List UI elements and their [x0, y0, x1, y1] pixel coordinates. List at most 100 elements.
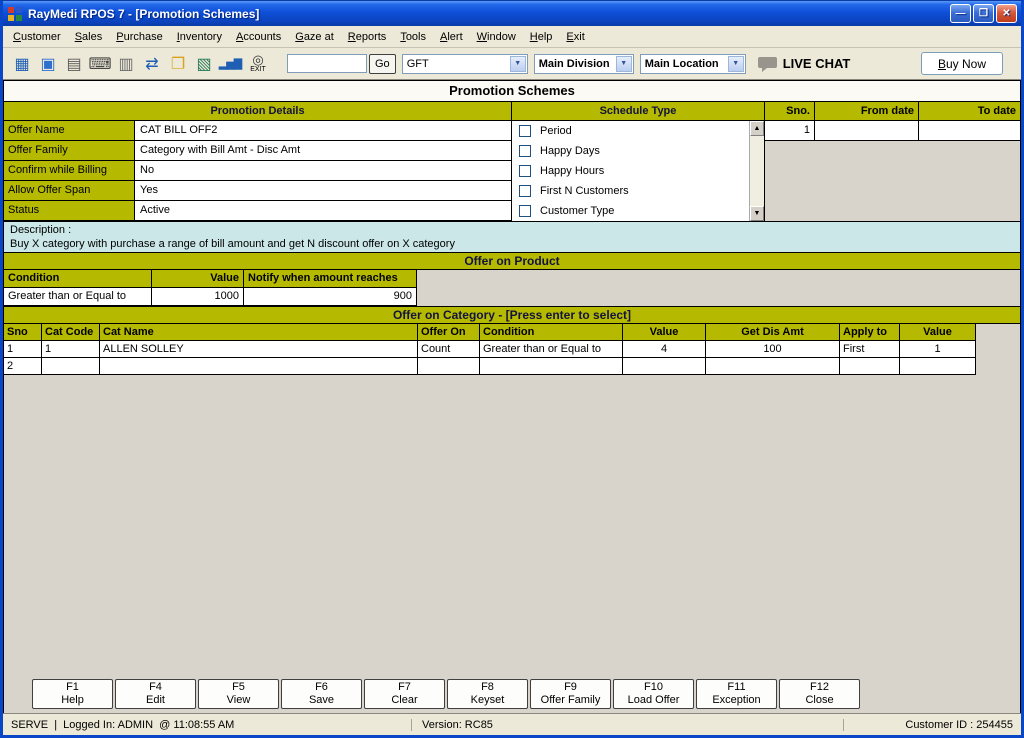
location-select[interactable]: Main Location ▼: [639, 53, 746, 74]
scroll-down-icon[interactable]: ▼: [750, 206, 764, 221]
cat-name-cell[interactable]: ALLEN SOLLEY: [100, 341, 418, 358]
restore-button-icon[interactable]: ❐: [973, 4, 994, 23]
go-button[interactable]: Go: [369, 53, 396, 74]
confirm-while-billing-label: Confirm while Billing: [4, 161, 135, 181]
to-date-column-fill: [919, 141, 1020, 221]
folder-icon[interactable]: ❐: [165, 50, 191, 78]
cat-condition-cell[interactable]: Greater than or Equal to: [480, 341, 623, 358]
status-bar: SERVE | Logged In: ADMIN @ 11:08:55 AM V…: [3, 713, 1021, 735]
exception-button[interactable]: F11 Exception: [696, 679, 777, 709]
cat-condition-cell[interactable]: [480, 358, 623, 375]
checkbox-icon[interactable]: [519, 185, 531, 197]
cat-code-header: Cat Code: [42, 324, 100, 341]
confirm-while-billing-field[interactable]: No: [135, 161, 512, 181]
schedule-option-happy-days[interactable]: Happy Days: [512, 141, 764, 161]
checkbox-icon[interactable]: [519, 125, 531, 137]
product-condition-cell[interactable]: Greater than or Equal to: [4, 288, 152, 306]
save-button[interactable]: F6 Save: [281, 679, 362, 709]
to-date-cell[interactable]: [919, 121, 1020, 141]
menu-purchase[interactable]: Purchase: [109, 28, 169, 46]
menu-help[interactable]: Help: [523, 28, 560, 46]
cat-sno-cell[interactable]: 2: [4, 358, 42, 375]
category-table-row[interactable]: 1 1 ALLEN SOLLEY Count Greater than or E…: [4, 341, 1020, 358]
division-select[interactable]: Main Division ▼: [533, 53, 634, 74]
chevron-down-icon[interactable]: ▼: [509, 55, 526, 72]
fkey-key: F9: [564, 681, 577, 693]
schedule-option-customer-type[interactable]: Customer Type: [512, 201, 764, 221]
menu-exit[interactable]: Exit: [559, 28, 591, 46]
billing-icon[interactable]: ▦: [9, 50, 35, 78]
get-dis-amt-cell[interactable]: 100: [706, 341, 840, 358]
cat-sno-cell[interactable]: 1: [4, 341, 42, 358]
cat-value-cell[interactable]: 4: [623, 341, 706, 358]
view-button[interactable]: F5 View: [198, 679, 279, 709]
transfer-icon[interactable]: ⇄: [139, 50, 165, 78]
image-icon[interactable]: ▧: [191, 50, 217, 78]
schedule-scrollbar[interactable]: ▲ ▼: [749, 121, 764, 221]
offer-family-button[interactable]: F9 Offer Family: [530, 679, 611, 709]
menu-tools[interactable]: Tools: [393, 28, 433, 46]
offer-name-field[interactable]: CAT BILL OFF2: [135, 121, 512, 141]
cat-code-cell[interactable]: [42, 358, 100, 375]
fkey-key: F11: [727, 681, 746, 693]
keyset-button[interactable]: F8 Keyset: [447, 679, 528, 709]
apply-to-cell[interactable]: First: [840, 341, 900, 358]
chart-icon[interactable]: ▂▅▇: [217, 50, 243, 78]
menu-alert[interactable]: Alert: [433, 28, 470, 46]
offer-on-cell[interactable]: Count: [418, 341, 480, 358]
allow-offer-span-field[interactable]: Yes: [135, 181, 512, 201]
from-date-column: [815, 121, 919, 221]
sno-cell[interactable]: 1: [765, 121, 815, 141]
schedule-option-happy-hours[interactable]: Happy Hours: [512, 161, 764, 181]
minimize-button-icon[interactable]: —: [950, 4, 971, 23]
menu-gaze-at[interactable]: Gaze at: [288, 28, 341, 46]
cat-value2-cell[interactable]: 1: [900, 341, 976, 358]
scroll-up-icon[interactable]: ▲: [750, 121, 764, 136]
save-icon[interactable]: ▣: [35, 50, 61, 78]
title-bar[interactable]: RayMedi RPOS 7 - [Promotion Schemes] — ❐…: [3, 1, 1021, 26]
schedule-type-header: Schedule Type: [512, 102, 765, 121]
top-section-header: Promotion Details Schedule Type Sno. Fro…: [4, 101, 1020, 121]
menu-window[interactable]: Window: [470, 28, 523, 46]
close-button[interactable]: F12 Close: [779, 679, 860, 709]
product-notify-cell[interactable]: 900: [244, 288, 417, 306]
schedule-option-first-n-customers[interactable]: First N Customers: [512, 181, 764, 201]
checkbox-icon[interactable]: [519, 205, 531, 217]
cat-name-cell[interactable]: [100, 358, 418, 375]
notes-icon[interactable]: ▥: [113, 50, 139, 78]
cat-value2-cell[interactable]: [900, 358, 976, 375]
chevron-down-icon[interactable]: ▼: [727, 55, 744, 72]
category-table-row[interactable]: 2: [4, 358, 1020, 375]
from-date-cell[interactable]: [815, 121, 919, 141]
chevron-down-icon[interactable]: ▼: [615, 55, 632, 72]
menu-customer[interactable]: Customer: [6, 28, 68, 46]
menu-sales[interactable]: Sales: [68, 28, 110, 46]
checkbox-icon[interactable]: [519, 165, 531, 177]
fkey-key: F12: [810, 681, 829, 693]
live-chat-link[interactable]: LIVE CHAT: [757, 56, 850, 72]
help-button[interactable]: F1 Help: [32, 679, 113, 709]
clear-button[interactable]: F7 Clear: [364, 679, 445, 709]
menu-inventory[interactable]: Inventory: [170, 28, 229, 46]
offer-family-field[interactable]: Category with Bill Amt - Disc Amt: [135, 141, 512, 161]
toolbar-search-input[interactable]: [287, 54, 367, 73]
cat-code-cell[interactable]: 1: [42, 341, 100, 358]
cat-value-cell[interactable]: [623, 358, 706, 375]
apply-to-cell[interactable]: [840, 358, 900, 375]
product-value-cell[interactable]: 1000: [152, 288, 244, 306]
close-button-icon[interactable]: ✕: [996, 4, 1017, 23]
get-dis-amt-cell[interactable]: [706, 358, 840, 375]
edit-button[interactable]: F4 Edit: [115, 679, 196, 709]
schedule-option-period[interactable]: Period: [512, 121, 764, 141]
buy-now-button[interactable]: Buy Now: [920, 52, 1003, 75]
menu-accounts[interactable]: Accounts: [229, 28, 288, 46]
company-select[interactable]: GFT ▼: [401, 53, 528, 74]
load-offer-button[interactable]: F10 Load Offer: [613, 679, 694, 709]
offer-on-cell[interactable]: [418, 358, 480, 375]
checkbox-icon[interactable]: [519, 145, 531, 157]
print-icon[interactable]: ▤: [61, 50, 87, 78]
keyboard-icon[interactable]: ⌨: [87, 50, 113, 78]
status-field[interactable]: Active: [135, 201, 512, 221]
menu-reports[interactable]: Reports: [341, 28, 394, 46]
exit-icon[interactable]: ◎ EXIT: [243, 50, 273, 78]
